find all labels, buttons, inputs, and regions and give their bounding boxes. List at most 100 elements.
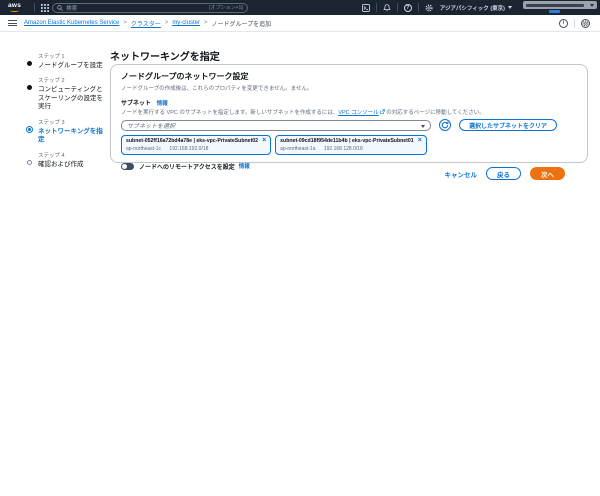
account-name-redacted <box>526 4 584 7</box>
breadcrumb-link-cluster-name[interactable]: my-cluster <box>172 20 200 26</box>
refresh-subnets-button[interactable] <box>439 119 451 131</box>
toggle-knob <box>122 164 127 169</box>
side-menu-icon[interactable] <box>8 19 17 28</box>
step-todo-bullet <box>27 160 32 165</box>
breadcrumb-separator: > <box>165 20 169 26</box>
cloudshell-icon[interactable] <box>361 3 371 13</box>
subnet-token: subnet-052ff16a72bd4a78e | eks-vpc-Priva… <box>121 135 271 155</box>
account-menu[interactable] <box>523 1 597 9</box>
subnet-select-placeholder: サブネットを選択 <box>127 121 175 130</box>
breadcrumb-right-tools: i <box>559 19 590 28</box>
gear-glyph <box>582 20 589 27</box>
clear-selected-subnets-button[interactable]: 選択したサブネットをクリア <box>459 119 557 131</box>
step-number: ステップ 4 <box>38 151 107 159</box>
selected-subnet-tokens: subnet-052ff16a72bd4a78e | eks-vpc-Priva… <box>121 135 577 155</box>
breadcrumb: Amazon Elastic Kubernetes Service > クラスタ… <box>24 19 271 28</box>
step-number: ステップ 2 <box>38 76 107 84</box>
step-done-bullet <box>27 61 32 66</box>
region-selector[interactable]: アジアパシフィック (東京) <box>440 4 512 12</box>
step-current-bullet <box>26 126 33 133</box>
divider <box>574 19 575 28</box>
wizard-actions: キャンセル 戻る 次へ <box>445 167 566 180</box>
gear-glyph <box>425 4 433 12</box>
search-input[interactable]: 検索 [オプション+S] <box>52 3 248 13</box>
subnet-token-meta: ap-northeast-1a 192.168.128.0/18 <box>280 146 422 152</box>
help-icon[interactable]: ? <box>403 3 413 13</box>
subnet-field-label: サブネット 情報 <box>121 98 577 107</box>
subnet-desc-post: の対応するページに移動してください。 <box>385 110 485 116</box>
step-number: ステップ 1 <box>38 52 107 60</box>
aws-top-nav: aws 検索 [オプション+S] <box>0 0 600 15</box>
search-icon <box>57 5 63 11</box>
remote-access-info-link[interactable]: 情報 <box>239 162 250 170</box>
chevron-down-icon <box>590 4 594 7</box>
settings-gear-icon[interactable] <box>424 3 434 13</box>
subnet-token-meta: ap-northeast-1c 192.168.192.0/18 <box>126 146 266 152</box>
breadcrumb-link-clusters[interactable]: クラスター <box>131 19 161 28</box>
search-placeholder: 検索 <box>66 4 209 12</box>
breadcrumb-separator: > <box>204 20 208 26</box>
refresh-icon <box>441 121 449 129</box>
divider <box>34 3 35 12</box>
apps-grid-icon[interactable] <box>40 3 50 13</box>
cidr-block: 192.168.128.0/18 <box>324 146 363 152</box>
wizard-step-4[interactable]: ステップ 4 確認および作成 <box>27 151 107 169</box>
remote-access-label: ノードへのリモートアクセスを設定 <box>139 162 235 171</box>
question-glyph: ? <box>404 4 412 12</box>
remote-access-toggle[interactable] <box>121 163 134 170</box>
divider <box>376 3 377 12</box>
bell-glyph <box>383 4 391 12</box>
back-button[interactable]: 戻る <box>486 167 521 180</box>
subnet-label-text: サブネット <box>121 101 151 107</box>
subnet-info-link[interactable]: 情報 <box>157 101 168 107</box>
wizard-step-1[interactable]: ステップ 1 ノードグループを設定 <box>27 52 107 70</box>
subnet-description: ノードを実行する VPC のサブネットを指定します。新しいサブネットを作成するに… <box>121 108 577 116</box>
divider <box>418 3 419 12</box>
page-title: ネットワーキングを指定 <box>110 48 220 63</box>
region-label: アジアパシフィック (東京) <box>440 4 505 12</box>
remove-token-icon[interactable]: × <box>262 138 266 144</box>
subnet-select[interactable]: サブネットを選択 <box>121 120 431 131</box>
subnet-token: subnet-09cd18f954de11b4b | eks-vpc-Priva… <box>275 135 427 155</box>
cidr-block: 192.168.192.0/18 <box>169 146 208 152</box>
account-id-redacted <box>549 10 560 13</box>
breadcrumb-bar: Amazon Elastic Kubernetes Service > クラスタ… <box>0 15 600 32</box>
step-done-bullet <box>27 85 32 90</box>
breadcrumb-current-page: ノードグループを追加 <box>212 19 272 28</box>
grid-icon-glyph <box>41 4 49 12</box>
info-panel-icon[interactable]: i <box>559 19 568 28</box>
step-number: ステップ 3 <box>38 118 107 126</box>
notifications-bell-icon[interactable] <box>382 3 392 13</box>
breadcrumb-link-service[interactable]: Amazon Elastic Kubernetes Service <box>24 20 119 26</box>
remove-token-icon[interactable]: × <box>418 138 422 144</box>
chevron-down-icon <box>508 6 512 9</box>
eks-console-window: aws 検索 [オプション+S] <box>0 0 600 496</box>
panel-subtitle: ノードグループの作成後は、これらのプロパティを変更できません。ません。 <box>121 84 577 92</box>
availability-zone: ap-northeast-1c <box>126 146 161 152</box>
aws-logo-smile <box>10 9 19 12</box>
step-title[interactable]: 確認および作成 <box>38 161 107 169</box>
next-button[interactable]: 次へ <box>530 167 565 180</box>
wizard-steps-nav: ステップ 1 ノードグループを設定 ステップ 2 コンピューティングとスケーリン… <box>27 52 107 175</box>
step-title[interactable]: ネットワーキングを指定 <box>38 128 107 145</box>
step-title[interactable]: ノードグループを設定 <box>38 62 107 70</box>
breadcrumb-separator: > <box>123 20 127 26</box>
vpc-console-link[interactable]: VPC コンソール <box>338 110 378 116</box>
aws-logo[interactable]: aws <box>8 3 21 12</box>
cancel-button[interactable]: キャンセル <box>445 169 478 179</box>
wizard-step-2[interactable]: ステップ 2 コンピューティングとスケーリングの設定を実行 <box>27 76 107 111</box>
subnet-token-label: subnet-052ff16a72bd4a78e | eks-vpc-Priva… <box>126 138 258 144</box>
cloudshell-glyph <box>362 4 370 12</box>
network-settings-panel: ノードグループのネットワーク設定 ノードグループの作成後は、これらのプロパティを… <box>110 64 588 163</box>
availability-zone: ap-northeast-1a <box>280 146 315 152</box>
subnet-controls-row: サブネットを選択 選択したサブネットをクリア <box>121 119 577 131</box>
subnet-desc-pre: ノードを実行する VPC のサブネットを指定します。新しいサブネットを作成するに… <box>121 110 338 116</box>
chevron-down-icon <box>421 125 425 128</box>
search-shortcut-hint: [オプション+S] <box>209 4 243 11</box>
topnav-icons: ? <box>361 3 434 13</box>
divider <box>397 3 398 12</box>
preferences-gear-icon[interactable] <box>581 19 590 28</box>
step-title[interactable]: コンピューティングとスケーリングの設定を実行 <box>38 86 107 111</box>
wizard-step-3-current[interactable]: ステップ 3 ネットワーキングを指定 <box>27 118 107 145</box>
panel-title: ノードグループのネットワーク設定 <box>121 71 577 82</box>
